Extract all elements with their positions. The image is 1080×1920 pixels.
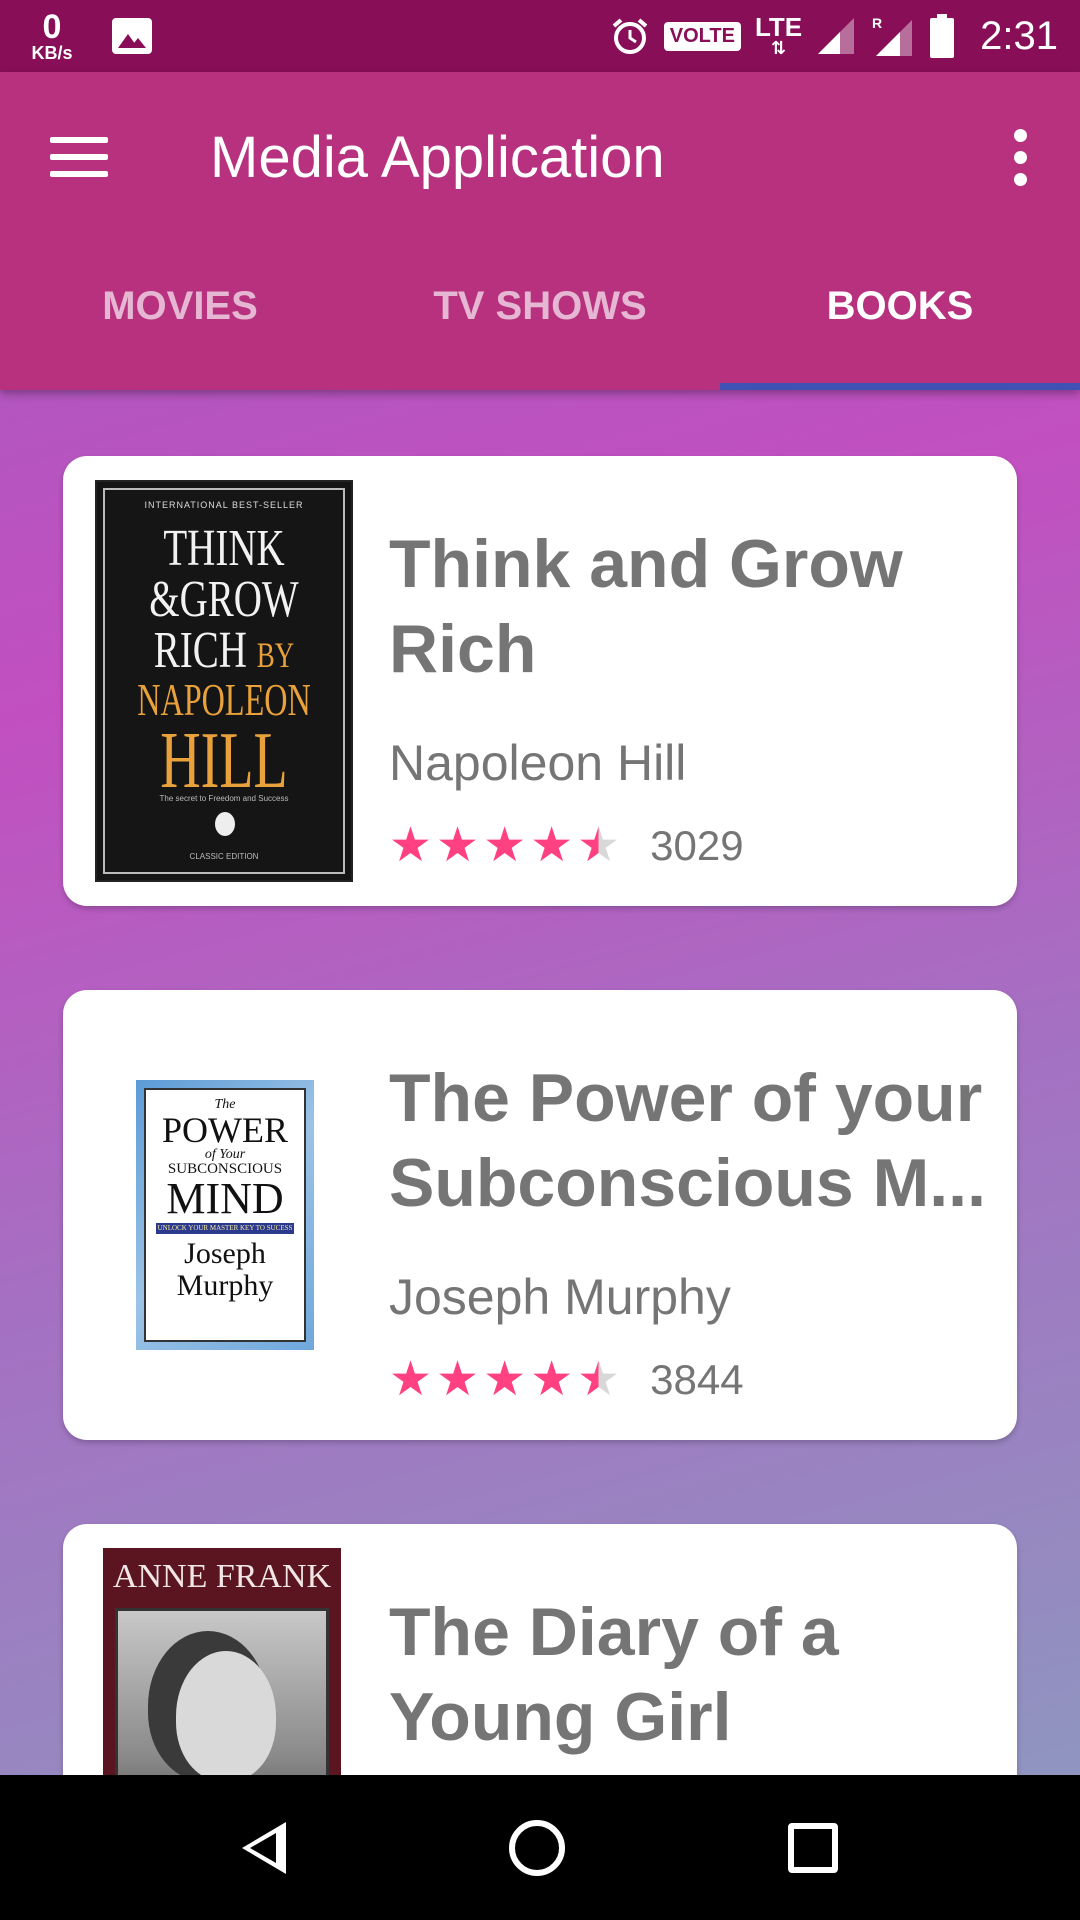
network-speed-value: 0 <box>42 8 62 46</box>
cover-line: NAPOLEON <box>137 673 311 725</box>
lte-indicator: LTE ⇅ <box>755 14 802 56</box>
cover-line: THINK <box>163 520 285 577</box>
status-icons: VOLTE LTE ⇅ R 2:31 <box>610 14 1058 59</box>
book-title: Think and Grow Rich <box>389 526 903 687</box>
roaming-signal-icon: R <box>872 15 913 56</box>
status-bar: 0 KB/s VOLTE LTE ⇅ R 2:31 <box>0 0 1080 72</box>
recent-apps-icon[interactable] <box>788 1822 839 1873</box>
app-title: Media Application <box>210 124 665 190</box>
cover-line: MIND <box>166 1174 284 1223</box>
menu-icon[interactable] <box>50 122 120 192</box>
roaming-label: R <box>872 15 882 31</box>
star-icon: ★ <box>483 1353 527 1406</box>
menu-icon-bar <box>50 154 108 160</box>
star-icon: ★ <box>436 1353 480 1406</box>
tab-bar: MOVIES TV SHOWS BOOKS <box>0 242 1080 390</box>
star-half-icon: ★ <box>577 1353 621 1406</box>
toolbar: Media Application <box>0 72 1080 242</box>
cover-line: RICH BY <box>129 624 320 677</box>
cover-line-by: BY <box>256 634 295 675</box>
star-half-icon: ★ <box>577 819 621 872</box>
network-speed-unit: KB/s <box>31 43 73 63</box>
network-speed: 0 KB/s <box>22 10 82 62</box>
tab-tv-shows[interactable]: TV SHOWS <box>360 242 720 390</box>
cover-line: of Your <box>204 1147 246 1162</box>
book-title: The Power of your Subconscious M... <box>389 1060 986 1221</box>
star-icon: ★ <box>436 819 480 872</box>
cover-photo <box>115 1608 329 1775</box>
battery-icon <box>930 14 955 58</box>
cover-portrait <box>176 1651 276 1775</box>
tab-movies[interactable]: MOVIES <box>0 242 360 390</box>
back-icon[interactable] <box>241 1821 286 1874</box>
book-title: The Diary of a Young Girl <box>389 1594 839 1755</box>
cover-subtitle: The secret to Freedom and Success <box>159 794 289 803</box>
signal-icon <box>818 18 855 54</box>
cover-author-line: Joseph <box>184 1237 266 1270</box>
cover-line: HILL <box>160 716 288 805</box>
book-card[interactable]: INTERNATIONAL BEST-SELLER THINK &GROW RI… <box>63 456 1017 906</box>
star-icon: ★ <box>483 819 527 872</box>
book-list[interactable]: INTERNATIONAL BEST-SELLER THINK &GROW RI… <box>0 390 1080 1775</box>
more-dot <box>1013 172 1027 186</box>
home-icon[interactable] <box>508 1819 565 1876</box>
star-icon: ★ <box>530 1353 574 1406</box>
rating-count: 3844 <box>650 1356 744 1403</box>
star-icon: ★ <box>389 1353 433 1406</box>
more-dot <box>1013 150 1027 164</box>
cover-author-name: ANNE FRANK <box>112 1558 332 1595</box>
cover-tagline: INTERNATIONAL BEST-SELLER <box>144 500 304 510</box>
clock: 2:31 <box>980 13 1058 58</box>
cover-line-rich: RICH <box>153 621 247 679</box>
rating-stars: ★ ★ ★ ★ ★ <box>389 1356 620 1404</box>
star-icon: ★ <box>389 819 433 872</box>
gallery-icon <box>112 18 152 54</box>
rating-count: 3029 <box>650 822 744 869</box>
book-author: Napoleon Hill <box>389 735 687 791</box>
book-cover: The POWER of Your SUBCONSCIOUS MIND UNLO… <box>136 1080 314 1350</box>
cover-line: POWER <box>162 1110 288 1150</box>
more-options-icon[interactable] <box>1000 122 1040 192</box>
cover-author-line: Murphy <box>176 1268 274 1302</box>
cover-line: &GROW <box>149 570 299 628</box>
menu-icon-bar <box>50 137 108 143</box>
publisher-logo <box>215 812 235 836</box>
cover-edition: CLASSIC EDITION <box>189 852 259 861</box>
cover-author: Joseph Murphy <box>146 1238 304 1301</box>
alarm-icon <box>612 18 648 54</box>
navigation-bar <box>0 1775 1080 1920</box>
tab-books[interactable]: BOOKS <box>720 242 1080 390</box>
rating-stars: ★ ★ ★ ★ ★ <box>389 822 620 870</box>
rating-row: ★ ★ ★ ★ ★ 3844 <box>389 1356 744 1404</box>
star-icon: ★ <box>530 819 574 872</box>
book-cover: INTERNATIONAL BEST-SELLER THINK &GROW RI… <box>95 480 353 882</box>
book-card[interactable]: ANNE FRANK The Diary of a Young Girl <box>63 1524 1017 1775</box>
tab-indicator <box>720 383 1080 390</box>
rating-row: ★ ★ ★ ★ ★ 3029 <box>389 822 744 870</box>
cover-band: UNLOCK YOUR MASTER KEY TO SUCESS <box>156 1223 294 1234</box>
cover-inner: The POWER of Your SUBCONSCIOUS MIND UNLO… <box>144 1088 306 1342</box>
book-cover: ANNE FRANK <box>103 1548 341 1775</box>
menu-icon-bar <box>50 171 108 177</box>
volte-badge: VOLTE <box>663 21 741 51</box>
more-dot <box>1013 128 1027 142</box>
app-bar: Media Application MOVIES TV SHOWS BOOKS <box>0 72 1080 390</box>
cover-title: THINK &GROW RICH BY NAPOLEON HILL <box>97 520 351 805</box>
book-card[interactable]: The POWER of Your SUBCONSCIOUS MIND UNLO… <box>63 990 1017 1440</box>
book-author: Joseph Murphy <box>389 1269 731 1325</box>
